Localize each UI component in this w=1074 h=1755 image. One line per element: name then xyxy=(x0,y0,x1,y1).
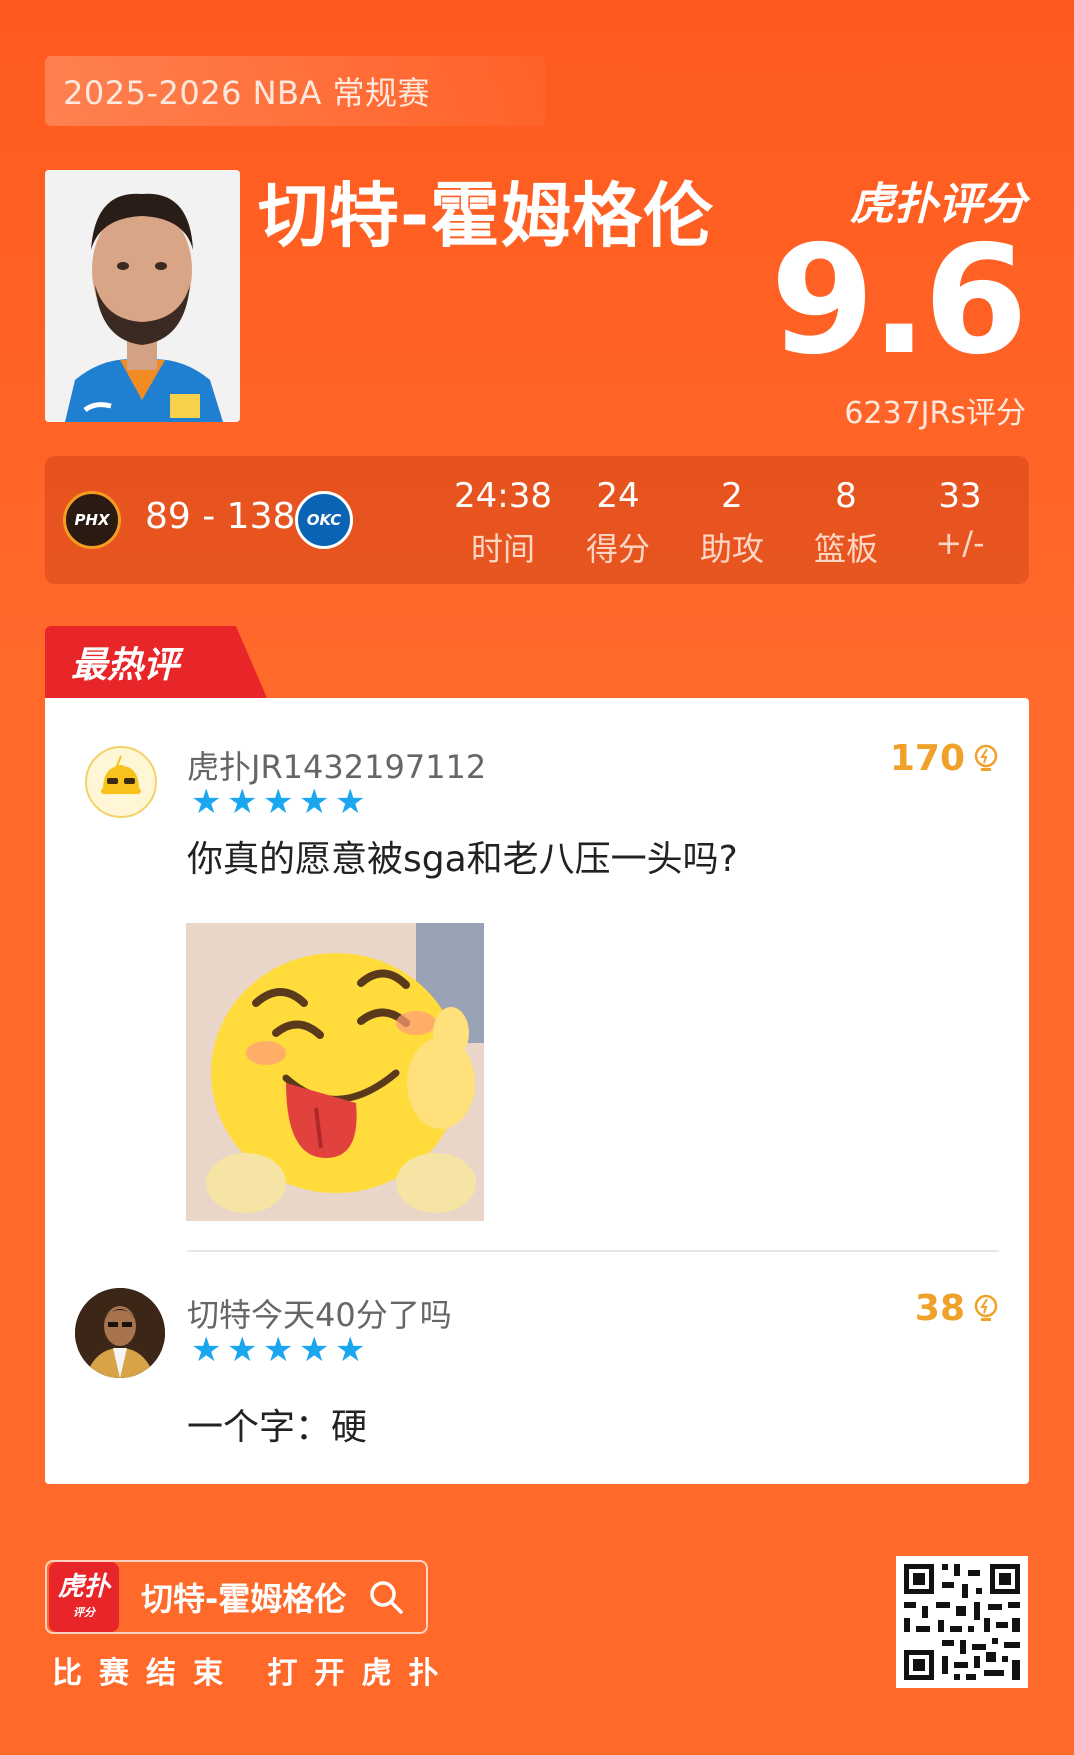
stat-label: 篮板 xyxy=(813,530,878,568)
player-name: 切特-霍姆格伦 xyxy=(258,175,715,257)
tab-hot-comments[interactable]: 最热评 xyxy=(45,626,267,698)
comment-list: 虎扑JR1432197112 ★ ★ ★ ★ ★ 170 你真的愿意被sga和老… xyxy=(45,698,1029,1484)
game-stats-bar: PHX 89 - 138 OKC 24:38 时间 24 得分 2 助攻 8 篮… xyxy=(45,456,1029,584)
star-icon: ★ xyxy=(227,1330,258,1370)
search-icon[interactable] xyxy=(368,1579,404,1615)
stat-value: 2 xyxy=(721,476,743,516)
season-label: 2025-2026 NBA 常规赛 xyxy=(45,56,545,126)
like-button[interactable]: 38 xyxy=(915,1288,999,1329)
rating-count: 6237JRs评分 xyxy=(844,396,1026,431)
like-count: 170 xyxy=(889,738,965,779)
star-icon: ★ xyxy=(263,782,294,822)
qr-code xyxy=(896,1556,1028,1688)
stat-value: 24 xyxy=(596,476,640,516)
stat-minutes: 24:38 时间 xyxy=(448,476,558,570)
player-portrait-image xyxy=(45,170,240,422)
laughing-emoji-image xyxy=(186,923,484,1221)
comment-text: 一个字：硬 xyxy=(187,1407,368,1448)
comment-image[interactable] xyxy=(186,923,484,1221)
comment-divider xyxy=(187,1250,999,1252)
star-icon: ★ xyxy=(227,782,258,822)
stat-rebounds: 8 篮板 xyxy=(791,476,901,570)
okc-team-logo: OKC xyxy=(295,491,353,549)
stat-label: 助攻 xyxy=(699,530,764,568)
stat-points: 24 得分 xyxy=(563,476,673,570)
bulb-icon xyxy=(974,744,998,771)
stat-label: 时间 xyxy=(470,530,535,568)
star-icon: ★ xyxy=(263,1330,294,1370)
user-avatar-icon xyxy=(75,1288,165,1378)
game-score: 89 - 138 xyxy=(145,496,296,537)
app-icon-title: 虎扑 xyxy=(57,1572,110,1602)
avatar[interactable] xyxy=(75,1288,165,1378)
star-icon: ★ xyxy=(335,1330,366,1370)
like-button[interactable]: 170 xyxy=(890,738,999,779)
hupu-avatar-icon xyxy=(101,755,141,794)
stat-value: 24:38 xyxy=(454,476,552,516)
qr-code-icon xyxy=(896,1556,1028,1688)
stat-label: +/- xyxy=(935,524,985,562)
comment-stars: ★ ★ ★ ★ ★ xyxy=(191,1330,367,1370)
comment-text: 你真的愿意被sga和老八压一头吗? xyxy=(187,839,738,880)
phx-team-logo: PHX xyxy=(63,491,121,549)
search-bar[interactable]: 虎扑 评分 切特-霍姆格伦 xyxy=(45,1560,428,1634)
star-icon: ★ xyxy=(191,782,222,822)
stat-plus-minus: 33 +/- xyxy=(905,476,1015,562)
stat-label: 得分 xyxy=(585,530,650,568)
search-text: 切特-霍姆格伦 xyxy=(141,1580,347,1618)
app-icon-subtitle: 评分 xyxy=(73,1606,95,1619)
open-hupu-cta[interactable]: 比赛结束 打开虎扑 xyxy=(52,1648,455,1692)
star-icon: ★ xyxy=(191,1330,222,1370)
star-icon: ★ xyxy=(335,782,366,822)
like-count: 38 xyxy=(914,1288,965,1329)
star-icon: ★ xyxy=(299,1330,330,1370)
hupu-app-icon[interactable]: 虎扑 评分 xyxy=(49,1562,119,1632)
comment-stars: ★ ★ ★ ★ ★ xyxy=(191,782,367,822)
stat-assists: 2 助攻 xyxy=(677,476,787,570)
player-photo xyxy=(45,170,240,422)
star-icon: ★ xyxy=(299,782,330,822)
bulb-icon xyxy=(974,1294,998,1321)
rating-score: 9.6 xyxy=(770,214,1028,388)
stat-value: 33 xyxy=(938,476,982,516)
avatar[interactable] xyxy=(85,746,157,818)
stat-value: 8 xyxy=(835,476,857,516)
